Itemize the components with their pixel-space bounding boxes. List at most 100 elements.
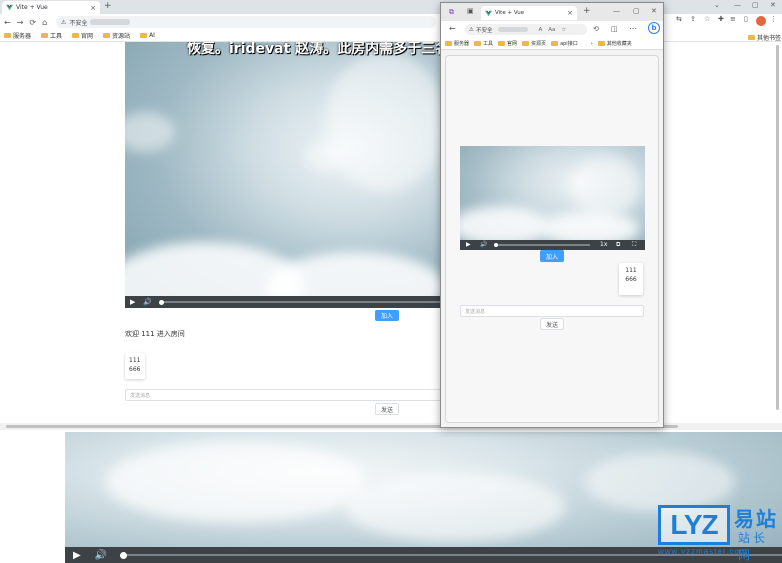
progress-knob[interactable] (494, 242, 498, 247)
fullscreen-icon[interactable]: ⛶ (632, 241, 636, 249)
folder-icon (551, 41, 559, 46)
send-button[interactable]: 发送 (540, 318, 564, 330)
minimize-button[interactable]: — (734, 1, 741, 9)
minimize-button[interactable]: — (613, 7, 620, 15)
tab-actions-icon[interactable]: ▣ (467, 7, 474, 15)
home-icon[interactable]: ⌂ (42, 18, 47, 27)
other-bookmarks[interactable]: 其他收藏夹 (597, 40, 632, 47)
forward-icon[interactable]: → (17, 18, 24, 27)
close-tab-icon[interactable]: × (90, 4, 96, 12)
play-icon[interactable]: ▶ (466, 241, 471, 248)
bookmark-item[interactable]: 官网 (498, 40, 517, 47)
share-icon[interactable]: ⇪ (690, 15, 696, 23)
video-player[interactable]: 恢复。iridevat 赵涛。此房内需多于三名记。 ▶ 🔊 (125, 42, 443, 308)
folder-icon (474, 41, 482, 46)
new-tab-button[interactable]: + (104, 1, 112, 11)
address-bar[interactable]: ⚠ 不安全 (56, 16, 436, 28)
volume-icon[interactable]: 🔊 (95, 550, 107, 561)
favorite-icon[interactable]: ☆ (561, 27, 566, 33)
star-icon[interactable]: ☆ (704, 15, 710, 23)
bookmark-item[interactable]: 工具 (41, 31, 62, 40)
progress-bar[interactable] (161, 301, 441, 303)
address-bar[interactable]: ⚠ 不安全 A Aа ☆ (465, 24, 587, 35)
back-icon[interactable]: ← (4, 18, 11, 27)
extensions-icon[interactable]: ✚ (718, 15, 724, 23)
folder-icon (498, 41, 506, 46)
reload-icon[interactable]: ⟳ (29, 18, 36, 27)
close-tab-icon[interactable]: × (567, 9, 573, 17)
bookmark-item[interactable]: 工具 (474, 40, 493, 47)
join-button[interactable]: 加入 (375, 310, 399, 321)
bookmark-item[interactable]: 资源页 (522, 40, 546, 47)
reading-list-icon[interactable]: ≡ (730, 15, 736, 23)
join-button[interactable]: 加入 (540, 250, 564, 262)
bookmark-label: AI (149, 32, 155, 39)
play-icon[interactable]: ▶ (130, 298, 135, 306)
close-window-button[interactable]: ✕ (651, 7, 657, 15)
play-icon[interactable]: ▶ (73, 550, 81, 561)
bookmark-item[interactable]: 服务器 (4, 31, 31, 40)
more-menu-icon[interactable]: ⋯ (629, 24, 637, 33)
progress-bar[interactable] (494, 244, 590, 246)
message-input[interactable]: 发送消息 (460, 305, 644, 317)
new-tab-button[interactable]: + (583, 6, 591, 16)
cloud (570, 156, 640, 216)
bookmark-label: 官网 (81, 33, 94, 40)
bookmark-label: api接口 (560, 41, 578, 47)
tab-title: Vite + Vue (16, 4, 48, 11)
volume-icon[interactable]: 🔊 (143, 298, 152, 306)
read-aloud-icon[interactable]: A (538, 27, 542, 33)
profile-avatar[interactable] (756, 16, 766, 26)
other-bookmarks[interactable]: 其他书签 (748, 33, 781, 42)
split-screen-icon[interactable]: ◫ (611, 25, 618, 33)
close-window-button[interactable]: ✕ (770, 1, 776, 9)
bookmarks-bar: 服务器 工具 官网 资源页 api接口 › 其他收藏夹 (441, 38, 663, 50)
bookmark-label: 其他书签 (757, 35, 782, 42)
message-input[interactable]: 发送消息 (125, 389, 441, 401)
copilot-icon[interactable]: b (648, 22, 660, 34)
message-user: 111 (625, 267, 637, 274)
playback-speed[interactable]: 1x (600, 241, 607, 248)
folder-icon (140, 33, 148, 38)
video-player[interactable]: ▶ 🔊 1x ⧉ ⛶ (460, 146, 645, 250)
sidebar-icon[interactable]: ▯ (744, 15, 748, 23)
cloud (105, 442, 365, 522)
workspaces-icon[interactable]: ⧉ (449, 8, 454, 17)
bookmark-item[interactable]: api接口 (551, 40, 578, 47)
refresh-icon[interactable]: ⟲ (593, 25, 599, 33)
zoom-icon[interactable]: Aа (548, 27, 555, 33)
vue-logo-icon (6, 4, 13, 11)
tab-vite-vue[interactable]: Vite + Vue × (481, 6, 577, 20)
bookmark-label: 资源站 (112, 33, 131, 40)
security-label: 不安全 (69, 19, 88, 27)
back-icon[interactable]: ← (449, 24, 456, 33)
maximize-button[interactable]: ▢ (633, 7, 640, 15)
message-user: 111 (129, 357, 141, 364)
maximize-button[interactable]: ▢ (752, 1, 759, 9)
warning-icon: ⚠ (469, 26, 474, 33)
volume-icon[interactable]: 🔊 (480, 241, 487, 248)
bookmark-label: 工具 (483, 41, 494, 47)
progress-knob[interactable] (159, 299, 164, 305)
vertical-scrollbar[interactable] (776, 45, 779, 410)
pip-icon[interactable]: ⧉ (616, 241, 620, 249)
cloud (125, 112, 175, 152)
bookmark-item[interactable]: 资源站 (103, 31, 130, 40)
bookmark-item[interactable]: AI (140, 32, 155, 39)
progress-knob[interactable] (120, 552, 127, 559)
folder-icon (597, 41, 605, 46)
tab-search-icon[interactable]: ⌄ (714, 1, 720, 9)
bookmark-label: 服务器 (454, 41, 470, 47)
bookmark-item[interactable]: 服务器 (445, 40, 469, 47)
menu-icon[interactable]: ⋮ (770, 15, 777, 23)
folder-icon (103, 33, 111, 38)
message-text: 666 (625, 276, 637, 283)
chevron-right-icon[interactable]: › (591, 41, 593, 47)
bookmark-item[interactable]: 官网 (72, 31, 93, 40)
translate-icon[interactable]: ⇆ (676, 15, 682, 23)
url-text (90, 19, 131, 25)
security-label: 不安全 (475, 27, 493, 34)
tab-vite-vue[interactable]: Vite + Vue × (2, 1, 100, 14)
site-watermark: LYZ 易站 站长网 www.yzzmaster.com (656, 503, 782, 562)
send-button[interactable]: 发送 (375, 403, 399, 415)
